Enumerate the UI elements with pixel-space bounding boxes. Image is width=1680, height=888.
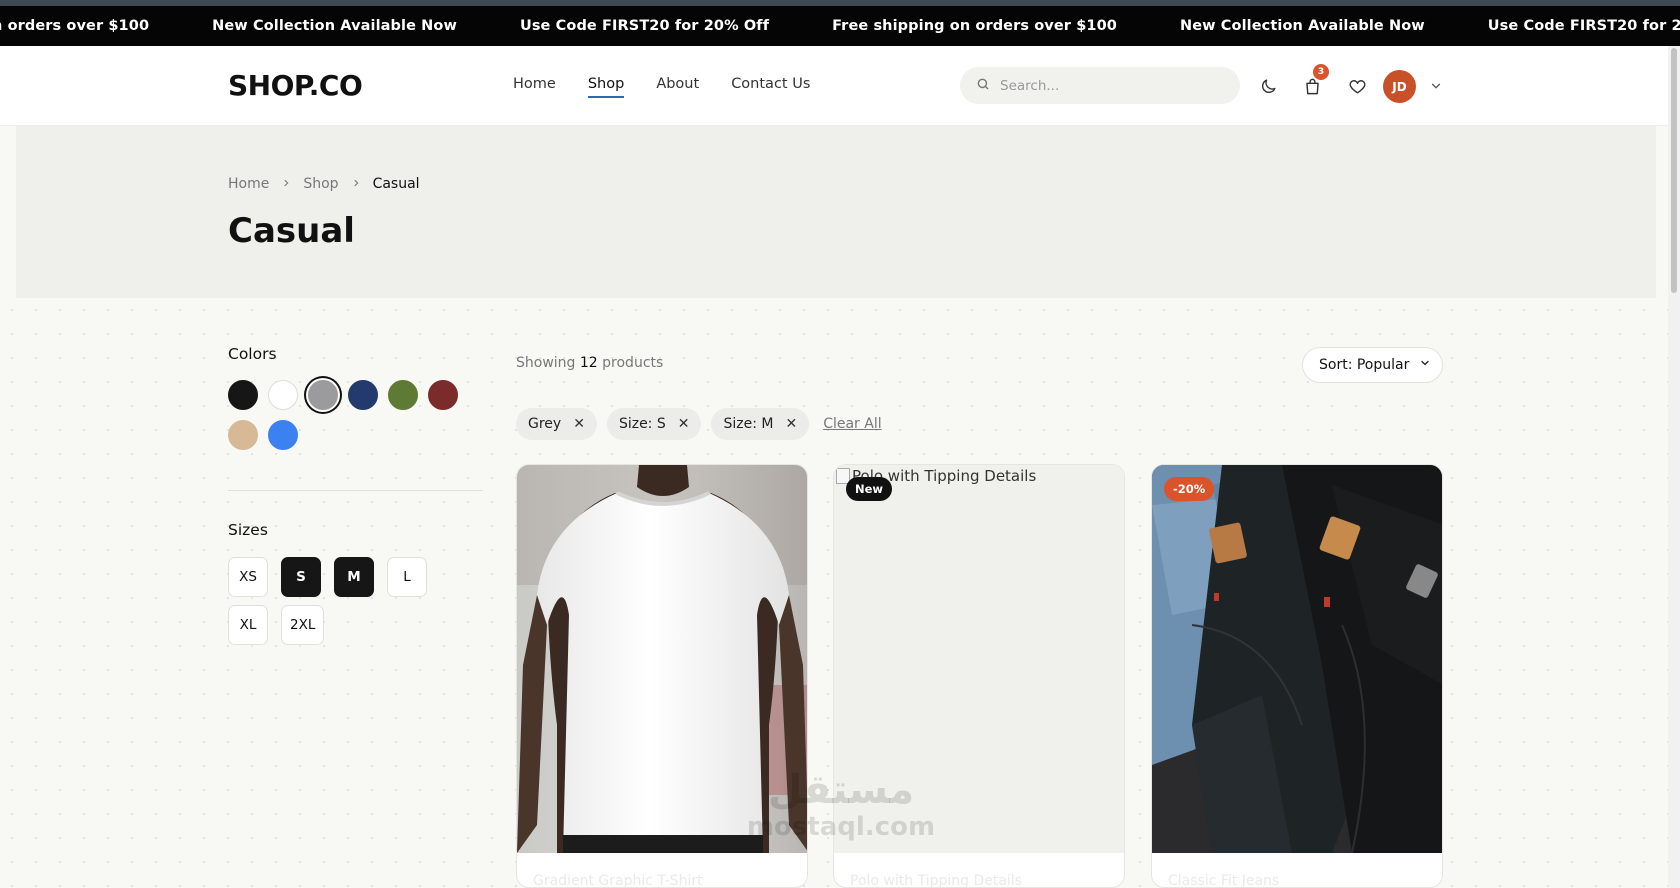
filter-chip[interactable]: Size: M ✕ [711, 408, 810, 440]
main-nav: Home Shop About Contact Us [513, 76, 842, 98]
size-option-l[interactable]: L [387, 557, 427, 597]
logo[interactable]: SHOP.CO [228, 69, 363, 102]
announcement-track: n orders over $100 New Collection Availab… [0, 6, 1680, 46]
sizes-heading: Sizes [228, 521, 268, 539]
color-swatch-white[interactable] [268, 380, 298, 410]
site-header: SHOP.CO Home Shop About Contact Us 3 JD [0, 46, 1668, 126]
scrollbar-thumb[interactable] [1671, 48, 1677, 293]
results-count-suffix: products [597, 355, 664, 371]
filter-sidebar: Colors Sizes XS S M L XL 2XL [228, 345, 483, 653]
breadcrumb: Home Shop Casual [228, 176, 420, 192]
chevron-right-icon [351, 177, 361, 192]
close-icon[interactable]: ✕ [678, 416, 690, 432]
announcement-message: New Collection Available Now [212, 18, 457, 34]
active-filters: Grey ✕ Size: S ✕ Size: M ✕ Clear All [516, 408, 882, 440]
breadcrumb-home[interactable]: Home [228, 176, 269, 192]
sort-label: Sort: Popular [1319, 357, 1410, 373]
product-image[interactable]: Polo with Tipping Details [834, 465, 1124, 853]
close-icon[interactable]: ✕ [573, 416, 585, 432]
page-title: Casual [228, 211, 355, 251]
color-swatch-navy[interactable] [348, 380, 378, 410]
filter-chip-label: Size: S [618, 416, 666, 432]
announcement-bar: n orders over $100 New Collection Availab… [0, 6, 1680, 46]
nav-home[interactable]: Home [513, 76, 556, 98]
page-hero: Home Shop Casual Casual [16, 126, 1656, 298]
product-name[interactable]: Polo with Tipping Details [850, 873, 1022, 887]
filter-chip[interactable]: Grey ✕ [516, 408, 597, 440]
sort-dropdown[interactable]: Sort: Popular [1302, 347, 1443, 383]
filter-chip[interactable]: Size: S ✕ [606, 408, 702, 440]
search-box[interactable] [960, 67, 1240, 104]
nav-shop[interactable]: Shop [587, 76, 625, 98]
search-input[interactable] [1000, 77, 1220, 94]
chevron-right-icon [281, 177, 291, 192]
nav-contact-us[interactable]: Contact Us [731, 76, 810, 98]
size-option-xs[interactable]: XS [228, 557, 268, 597]
results-count-prefix: Showing [516, 355, 580, 371]
product-name[interactable]: Gradient Graphic T-Shirt [533, 873, 703, 887]
product-name[interactable]: Classic Fit Jeans [1168, 873, 1279, 887]
page-scrollbar[interactable] [1668, 46, 1680, 888]
breadcrumb-current: Casual [372, 176, 420, 192]
color-swatch-beige[interactable] [228, 420, 258, 450]
product-card[interactable]: Gradient Graphic T-Shirt [516, 464, 808, 888]
avatar[interactable]: JD [1383, 70, 1416, 103]
moon-icon[interactable] [1256, 74, 1280, 98]
size-option-m[interactable]: M [334, 557, 374, 597]
nav-about[interactable]: About [656, 76, 699, 98]
size-option-2xl[interactable]: 2XL [281, 605, 325, 645]
announcement-message: Use Code FIRST20 for 20% Off [519, 18, 770, 34]
product-image[interactable] [1152, 465, 1442, 854]
product-card[interactable]: -20% Classic Fit Jeans [1151, 464, 1443, 888]
chevron-down-icon[interactable] [1424, 74, 1448, 98]
announcement-message: Use Code FIRST20 for 20% Off [1487, 18, 1680, 34]
color-swatch-blue[interactable] [268, 420, 298, 450]
color-swatch-maroon[interactable] [428, 380, 458, 410]
new-badge: New [846, 477, 893, 501]
breadcrumb-shop[interactable]: Shop [303, 176, 338, 192]
heart-icon[interactable] [1345, 74, 1369, 98]
size-option-s[interactable]: S [281, 557, 321, 597]
filter-chip-label: Size: M [723, 416, 774, 432]
chevron-down-icon [1419, 357, 1431, 373]
product-image[interactable] [517, 465, 807, 855]
search-icon [976, 76, 990, 95]
color-swatch-grey[interactable] [308, 380, 338, 410]
cart-count-badge: 3 [1313, 64, 1329, 80]
discount-badge: -20% [1164, 477, 1215, 501]
product-card[interactable]: Polo with Tipping Details New Polo with … [833, 464, 1125, 888]
announcement-message: New Collection Available Now [1179, 18, 1425, 34]
size-options: XS S M L XL 2XL [228, 557, 488, 653]
filter-chip-label: Grey [528, 416, 562, 432]
color-swatch-olive[interactable] [388, 380, 418, 410]
close-icon[interactable]: ✕ [785, 416, 797, 432]
color-swatch-black[interactable] [228, 380, 258, 410]
announcement-message: n orders over $100 [0, 18, 150, 34]
size-option-xl[interactable]: XL [228, 605, 268, 645]
results-count: Showing 12 products [516, 355, 663, 371]
divider [228, 490, 483, 491]
results-count-number: 12 [579, 355, 598, 371]
announcement-message: Free shipping on orders over $100 [832, 18, 1117, 34]
colors-heading: Colors [228, 345, 277, 363]
clear-all-link[interactable]: Clear All [823, 416, 881, 432]
color-swatches [228, 380, 468, 460]
